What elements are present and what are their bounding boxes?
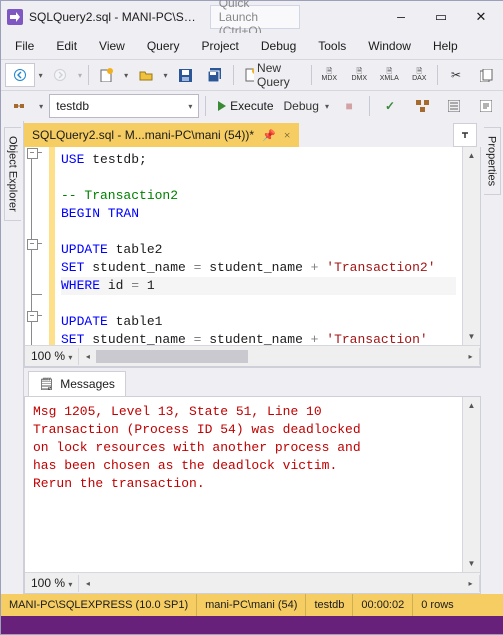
query-options-button[interactable] (440, 95, 468, 117)
minimize-button[interactable]: — (384, 5, 418, 29)
zoom-combo[interactable]: 100 % ▾ (25, 349, 78, 363)
open-dropdown[interactable]: ▾ (162, 71, 169, 80)
cut-button[interactable]: ✂ (442, 64, 470, 86)
messages-icon: 🗒 (39, 377, 54, 391)
status-bar: MANI-PC\SQLEXPRESS (10.0 SP1) mani-PC\ma… (1, 594, 503, 616)
debug-button[interactable]: Debug (284, 95, 319, 117)
estimated-plan-button[interactable] (408, 95, 436, 117)
results-tabs: 🗒 Messages (24, 367, 481, 396)
nav-back-button[interactable] (5, 63, 35, 87)
debug-label: Debug (284, 99, 319, 113)
object-explorer-tab[interactable]: Object Explorer (1, 121, 24, 594)
menu-file[interactable]: File (5, 36, 44, 56)
menu-edit[interactable]: Edit (46, 36, 87, 56)
status-server: MANI-PC\SQLEXPRESS (10.0 SP1) (1, 594, 197, 616)
menu-bar: File Edit View Query Project Debug Tools… (1, 33, 503, 59)
quick-launch-input[interactable]: Quick Launch (Ctrl+Q) (210, 5, 300, 29)
chevron-down-icon: ▾ (68, 580, 72, 589)
cancel-query-button[interactable]: ■ (335, 95, 363, 117)
nav-forward-button[interactable] (46, 64, 74, 86)
main-toolbar: ▾ ▾ ▾ ▾ New Query 🗎MDX 🗎DMX 🗎XMLA 🗎DAX ✂ (1, 59, 503, 90)
messages-zoom-value: 100 % (31, 576, 65, 590)
chevron-down-icon: ▾ (68, 353, 72, 362)
editor-vscrollbar[interactable]: ▲▼ (462, 147, 480, 345)
menu-tools[interactable]: Tools (308, 36, 356, 56)
code-text[interactable]: USE testdb; -- Transaction2BEGIN TRAN UP… (55, 147, 462, 345)
title-bar: SQLQuery2.sql - MANI-PC\S… Quick Launch … (1, 1, 503, 33)
play-icon (218, 101, 226, 111)
nav-forward-dropdown[interactable]: ▾ (76, 71, 83, 80)
document-tabs: SQLQuery2.sql - M...mani-PC\mani (54))* … (24, 121, 481, 147)
messages-text[interactable]: Msg 1205, Level 13, State 51, Line 10 Tr… (25, 397, 462, 572)
sql-toolbar: ▾ testdb ▾ Execute Debug ▾ ■ ✓ (1, 90, 503, 121)
menu-project[interactable]: Project (192, 36, 249, 56)
app-icon (7, 9, 23, 25)
database-combo-value: testdb (56, 99, 89, 113)
messages-tab-label: Messages (60, 377, 115, 391)
change-connection-button[interactable] (5, 95, 33, 117)
status-rows: 0 rows (413, 594, 461, 616)
document-tab-label: SQLQuery2.sql - M...mani-PC\mani (54))* (32, 128, 254, 142)
execute-label: Execute (230, 99, 273, 113)
main-body: Object Explorer SQLQuery2.sql - M...mani… (1, 121, 503, 594)
copy-button[interactable] (472, 64, 500, 86)
new-item-dropdown[interactable]: ▾ (122, 71, 129, 80)
window-title: SQLQuery2.sql - MANI-PC\S… (29, 10, 196, 24)
parse-button[interactable]: ✓ (376, 95, 404, 117)
messages-panel: Msg 1205, Level 13, State 51, Line 10 Tr… (24, 396, 481, 594)
messages-footer: 100 % ▾ ◂▸ (25, 572, 480, 593)
messages-hscrollbar[interactable]: ◂▸ (78, 575, 480, 592)
app-window: SQLQuery2.sql - MANI-PC\S… Quick Launch … (0, 0, 503, 635)
editor-footer: 100 % ▾ ◂▸ (25, 345, 480, 366)
debug-dropdown[interactable]: ▾ (323, 102, 331, 111)
messages-tab[interactable]: 🗒 Messages (28, 371, 126, 396)
editor-area: SQLQuery2.sql - M...mani-PC\mani (54))* … (24, 121, 481, 594)
properties-label: Properties (484, 127, 501, 195)
status-elapsed: 00:00:02 (353, 594, 413, 616)
close-button[interactable]: ✕ (464, 5, 498, 29)
editor-hscrollbar[interactable]: ◂▸ (78, 348, 480, 365)
ide-status-strip (1, 616, 503, 634)
menu-query[interactable]: Query (137, 36, 190, 56)
nav-back-dropdown[interactable]: ▾ (37, 71, 44, 80)
new-query-button[interactable]: New Query (238, 64, 307, 86)
execute-button[interactable]: Execute (212, 95, 279, 117)
menu-window[interactable]: Window (358, 36, 421, 56)
menu-help[interactable]: Help (423, 36, 468, 56)
mdx-query-button[interactable]: 🗎MDX (315, 64, 343, 86)
outline-gutter[interactable] (25, 147, 49, 345)
save-button[interactable] (171, 64, 199, 86)
pin-icon[interactable]: 📌 (262, 129, 276, 142)
status-login: mani-PC\mani (54) (197, 594, 306, 616)
drop-down-tabs-button[interactable] (453, 123, 477, 147)
new-item-button[interactable] (92, 64, 120, 86)
xmla-query-button[interactable]: 🗎XMLA (375, 64, 403, 86)
open-button[interactable] (132, 64, 160, 86)
code-editor-wrap: USE testdb; -- Transaction2BEGIN TRAN UP… (24, 147, 481, 367)
maximize-button[interactable]: ▭ (424, 5, 458, 29)
properties-tab[interactable]: Properties (481, 121, 503, 594)
code-editor[interactable]: USE testdb; -- Transaction2BEGIN TRAN UP… (25, 147, 480, 345)
object-explorer-label: Object Explorer (4, 127, 21, 221)
new-query-icon (244, 68, 254, 82)
menu-view[interactable]: View (89, 36, 135, 56)
messages-zoom-combo[interactable]: 100 % ▾ (25, 576, 78, 590)
database-combo[interactable]: testdb ▾ (49, 94, 199, 118)
menu-debug[interactable]: Debug (251, 36, 306, 56)
tab-close-button[interactable]: × (284, 128, 291, 143)
intellisense-button[interactable] (472, 95, 500, 117)
save-all-button[interactable] (201, 64, 229, 86)
dmx-query-button[interactable]: 🗎DMX (345, 64, 373, 86)
new-query-label: New Query (257, 61, 301, 89)
messages-vscrollbar[interactable]: ▲▼ (462, 397, 480, 572)
connection-dropdown[interactable]: ▾ (37, 102, 45, 111)
chevron-down-icon: ▾ (188, 102, 192, 111)
status-database: testdb (306, 594, 353, 616)
zoom-value: 100 % (31, 349, 65, 363)
dax-query-button[interactable]: 🗎DAX (405, 64, 433, 86)
document-tab-active[interactable]: SQLQuery2.sql - M...mani-PC\mani (54))* … (24, 123, 299, 147)
